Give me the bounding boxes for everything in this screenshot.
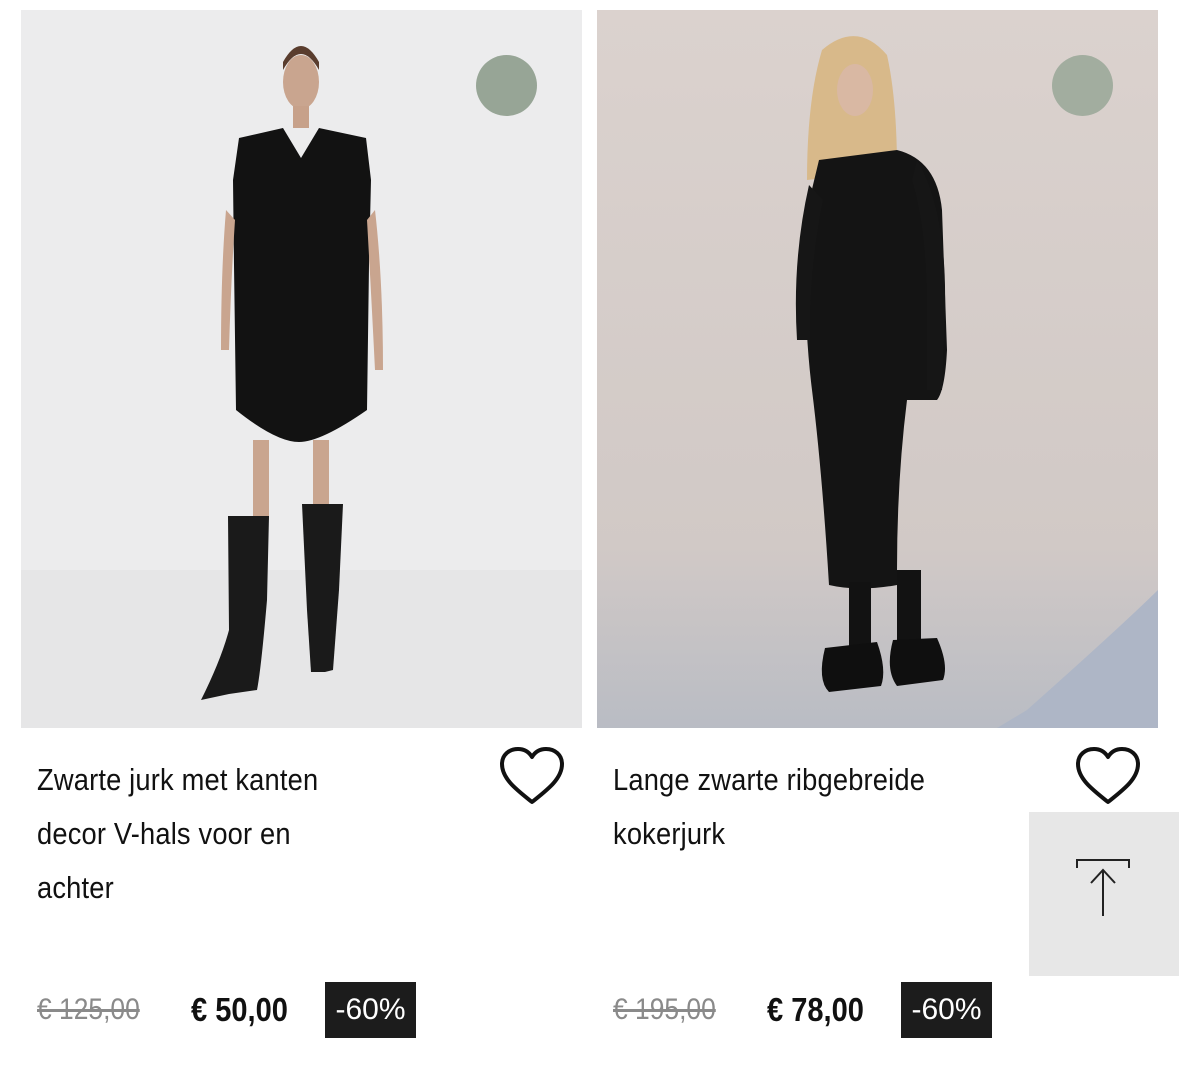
discount-badge: -60% (901, 982, 992, 1038)
product-card[interactable]: Zwarte jurk met kanten decor V-hals voor… (21, 10, 582, 1070)
product-photo-dress-short (21, 10, 582, 728)
scroll-to-top-button[interactable] (1029, 812, 1179, 976)
product-photo-dress-long (597, 10, 1158, 728)
sale-price: € 50,00 (191, 991, 288, 1028)
product-title-line: Lange zwarte ribgebreide (613, 762, 926, 797)
color-swatch[interactable] (1052, 55, 1113, 116)
discount-badge: -60% (325, 982, 416, 1038)
heart-outline-icon (1076, 747, 1140, 804)
sale-price: € 78,00 (767, 991, 864, 1028)
product-title[interactable]: Zwarte jurk met kanten decor V-hals voor… (37, 753, 415, 915)
product-title-line: achter (37, 870, 114, 905)
wishlist-button[interactable] (497, 745, 567, 807)
color-swatch[interactable] (476, 55, 537, 116)
product-title-line: kokerjurk (613, 816, 726, 851)
heart-outline-icon (500, 747, 564, 804)
price-row: € 195,00 € 78,00 -60% (613, 982, 992, 1038)
original-price: € 125,00 (37, 993, 140, 1026)
wishlist-button[interactable] (1073, 745, 1143, 807)
product-image[interactable] (597, 10, 1158, 728)
price-row: € 125,00 € 50,00 -60% (37, 982, 416, 1038)
arrow-up-to-top-icon (1076, 859, 1130, 916)
product-title-line: Zwarte jurk met kanten (37, 762, 319, 797)
product-title[interactable]: Lange zwarte ribgebreide kokerjurk (613, 753, 991, 861)
product-image[interactable] (21, 10, 582, 728)
original-price: € 195,00 (613, 993, 716, 1026)
product-title-line: decor V-hals voor en (37, 816, 291, 851)
